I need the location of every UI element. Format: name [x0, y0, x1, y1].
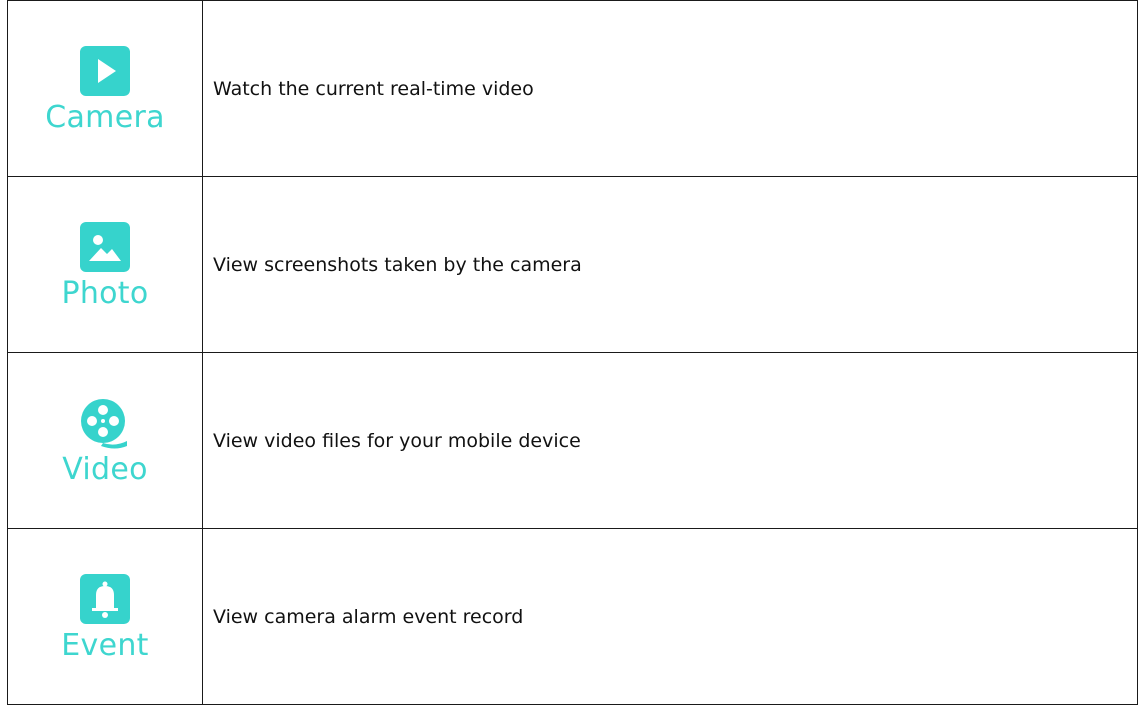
table-row: Camera Watch the current real-time video: [7, 0, 1138, 177]
photo-description: View screenshots taken by the camera: [202, 176, 1138, 353]
video-label: Video: [62, 451, 148, 487]
bell-icon: [80, 573, 130, 624]
camera-description: Watch the current real-time video: [202, 0, 1138, 177]
feature-table: Camera Watch the current real-time video…: [7, 0, 1138, 705]
event-icon-cell: Event: [7, 528, 203, 705]
image-icon: [80, 221, 130, 272]
event-description: View camera alarm event record: [202, 528, 1138, 705]
photo-icon-cell: Photo: [7, 176, 203, 353]
photo-label: Photo: [61, 275, 149, 311]
play-icon: [80, 45, 130, 96]
event-label: Event: [61, 627, 149, 663]
film-reel-icon: [81, 398, 127, 448]
video-icon-cell: Video: [7, 352, 203, 529]
table-row: Photo View screenshots taken by the came…: [7, 176, 1138, 353]
camera-label: Camera: [45, 99, 165, 135]
camera-icon-cell: Camera: [7, 0, 203, 177]
table-row: Video View video files for your mobile d…: [7, 352, 1138, 529]
table-row: Event View camera alarm event record: [7, 528, 1138, 705]
video-description: View video files for your mobile device: [202, 352, 1138, 529]
